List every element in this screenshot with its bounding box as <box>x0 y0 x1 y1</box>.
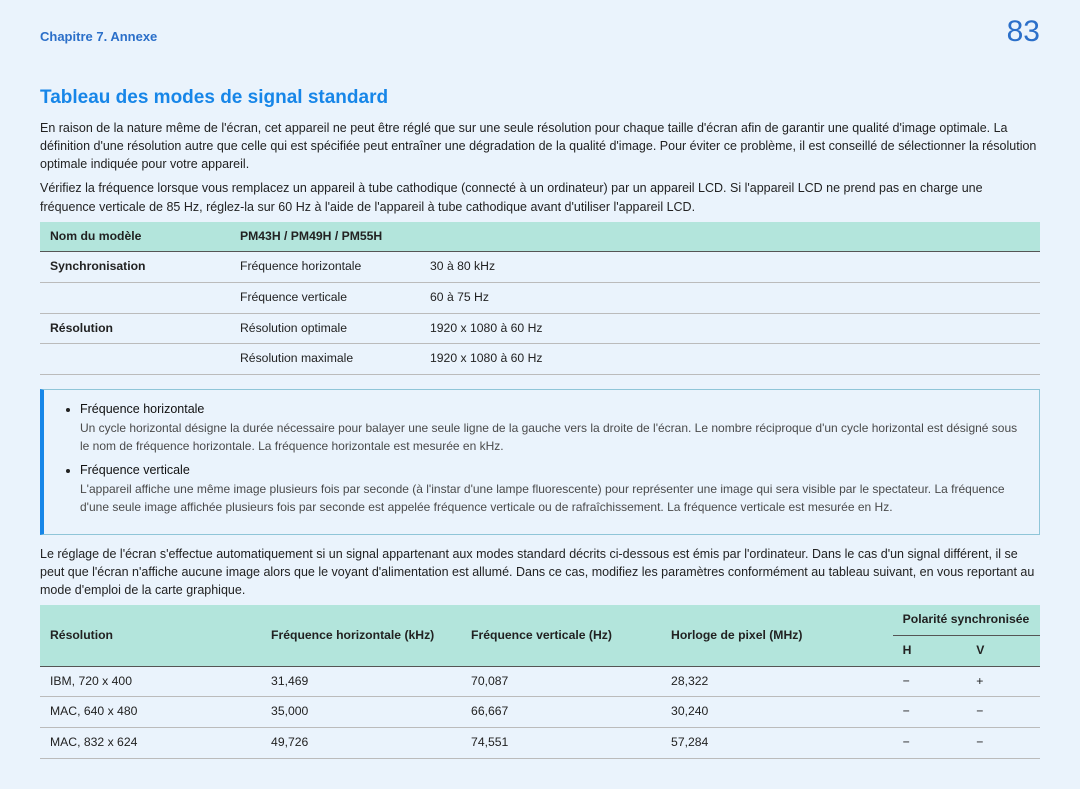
cell-resolution: IBM, 720 x 400 <box>40 666 261 697</box>
between-tables-paragraph: Le réglage de l'écran s'effectue automat… <box>40 545 1040 599</box>
page-container: Chapitre 7. Annexe 83 Tableau des modes … <box>0 0 1080 789</box>
cell-label: Résolution maximale <box>230 344 420 375</box>
info-definition: Un cycle horizontal désigne la durée néc… <box>80 420 1021 455</box>
table-row: Résolution maximale 1920 x 1080 à 60 Hz <box>40 344 1040 375</box>
cell-fh: 35,000 <box>261 697 461 728</box>
table-row: MAC, 640 x 480 35,000 66,667 30,240 − − <box>40 697 1040 728</box>
intro-paragraph-2: Vérifiez la fréquence lorsque vous rempl… <box>40 179 1040 215</box>
th-product-codes: PM43H / PM49H / PM55H <box>230 222 1040 252</box>
th-model-name: Nom du modèle <box>40 222 230 252</box>
cell-clk: 30,240 <box>661 697 893 728</box>
table-row: IBM, 720 x 400 31,469 70,087 28,322 − + <box>40 666 1040 697</box>
cell-value: 30 à 80 kHz <box>420 252 1040 283</box>
th-polarity-v: V <box>966 635 1040 666</box>
th-polarity-h: H <box>893 635 967 666</box>
cell-group <box>40 283 230 314</box>
intro-paragraph-1: En raison de la nature même de l'écran, … <box>40 119 1040 173</box>
cell-pol-v: − <box>966 697 1040 728</box>
cell-clk: 57,284 <box>661 728 893 759</box>
chapter-label: Chapitre 7. Annexe <box>40 10 157 47</box>
model-spec-table: Nom du modèle PM43H / PM49H / PM55H Sync… <box>40 222 1040 375</box>
th-horiz-freq: Fréquence horizontale (kHz) <box>261 605 461 666</box>
info-definition: L'appareil affiche une même image plusie… <box>80 481 1021 516</box>
cell-label: Fréquence horizontale <box>230 252 420 283</box>
cell-clk: 28,322 <box>661 666 893 697</box>
table-row: Résolution Résolution optimale 1920 x 10… <box>40 313 1040 344</box>
cell-value: 1920 x 1080 à 60 Hz <box>420 313 1040 344</box>
th-resolution: Résolution <box>40 605 261 666</box>
info-term: Fréquence verticale <box>80 463 190 477</box>
table-row: MAC, 832 x 624 49,726 74,551 57,284 − − <box>40 728 1040 759</box>
cell-pol-v: + <box>966 666 1040 697</box>
cell-pol-v: − <box>966 728 1040 759</box>
cell-value: 60 à 75 Hz <box>420 283 1040 314</box>
cell-value: 1920 x 1080 à 60 Hz <box>420 344 1040 375</box>
info-term: Fréquence horizontale <box>80 402 204 416</box>
info-item: Fréquence horizontale Un cycle horizonta… <box>80 400 1021 455</box>
page-header: Chapitre 7. Annexe 83 <box>40 10 1040 54</box>
cell-group <box>40 344 230 375</box>
table-header-row: Nom du modèle PM43H / PM49H / PM55H <box>40 222 1040 252</box>
cell-fh: 49,726 <box>261 728 461 759</box>
cell-label: Résolution optimale <box>230 313 420 344</box>
cell-pol-h: − <box>893 728 967 759</box>
cell-group: Synchronisation <box>40 252 230 283</box>
table-header-row: Résolution Fréquence horizontale (kHz) F… <box>40 605 1040 635</box>
cell-label: Fréquence verticale <box>230 283 420 314</box>
signal-modes-table: Résolution Fréquence horizontale (kHz) F… <box>40 605 1040 758</box>
table-row: Fréquence verticale 60 à 75 Hz <box>40 283 1040 314</box>
cell-fv: 74,551 <box>461 728 661 759</box>
cell-resolution: MAC, 640 x 480 <box>40 697 261 728</box>
cell-resolution: MAC, 832 x 624 <box>40 728 261 759</box>
cell-group: Résolution <box>40 313 230 344</box>
info-item: Fréquence verticale L'appareil affiche u… <box>80 461 1021 516</box>
cell-fv: 70,087 <box>461 666 661 697</box>
frequency-info-box: Fréquence horizontale Un cycle horizonta… <box>40 389 1040 535</box>
page-number: 83 <box>1007 10 1040 54</box>
th-pixel-clock: Horloge de pixel (MHz) <box>661 605 893 666</box>
cell-fh: 31,469 <box>261 666 461 697</box>
cell-pol-h: − <box>893 666 967 697</box>
section-title: Tableau des modes de signal standard <box>40 84 1040 112</box>
th-polarity: Polarité synchronisée <box>893 605 1040 635</box>
th-vert-freq: Fréquence verticale (Hz) <box>461 605 661 666</box>
table-row: Synchronisation Fréquence horizontale 30… <box>40 252 1040 283</box>
cell-pol-h: − <box>893 697 967 728</box>
cell-fv: 66,667 <box>461 697 661 728</box>
